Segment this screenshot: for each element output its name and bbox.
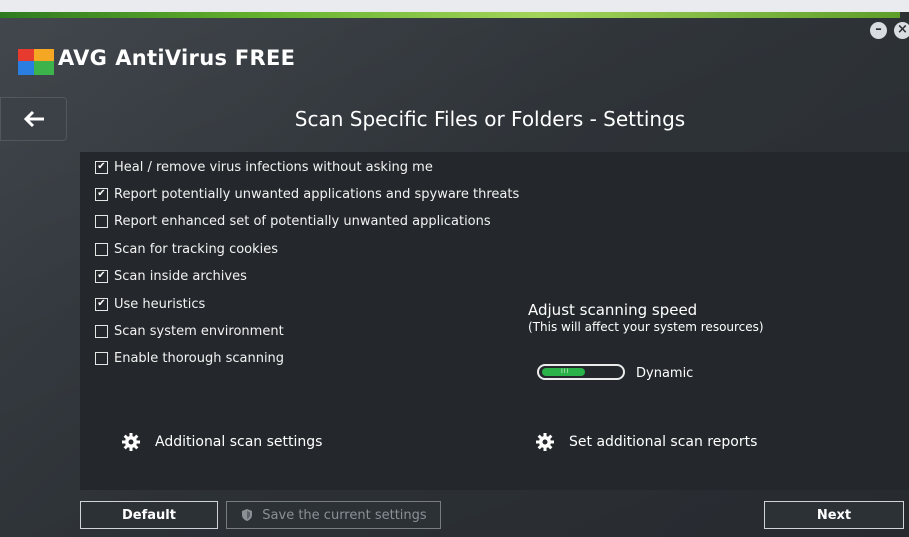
speed-subtitle: (This will affect your system resources) (528, 320, 764, 334)
checkbox[interactable]: ✔ (95, 269, 108, 283)
checkbox[interactable]: ✔ (95, 160, 108, 174)
speed-value-label: Dynamic (636, 366, 694, 381)
checkbox[interactable] (95, 324, 108, 338)
next-button[interactable]: Next (764, 501, 904, 529)
option-report-pua[interactable]: ✔ Report potentially unwanted applicatio… (95, 185, 519, 203)
option-label: Scan for tracking cookies (114, 241, 279, 257)
top-accent-bar (0, 12, 900, 18)
arrow-left-icon (23, 110, 44, 128)
default-button[interactable]: Default (80, 501, 218, 529)
save-settings-button[interactable]: Save the current settings (226, 501, 441, 529)
link-label: Set additional scan reports (569, 434, 758, 450)
page-title: Scan Specific Files or Folders - Setting… (294, 107, 686, 131)
option-heuristics[interactable]: ✔ Use heuristics (95, 295, 205, 313)
back-button[interactable] (0, 97, 67, 141)
option-label: Scan system environment (114, 323, 284, 339)
close-button[interactable]: × (894, 22, 909, 39)
link-label: Additional scan settings (155, 434, 323, 450)
option-system-environment[interactable]: Scan system environment (95, 322, 284, 340)
app-brand: AVG (58, 46, 108, 70)
checkbox[interactable]: ✔ (95, 297, 108, 311)
app-product: AntiVirus FREE (115, 46, 296, 70)
slider-grip[interactable]: III (561, 369, 569, 375)
gear-icon (536, 433, 554, 451)
checkbox[interactable] (95, 214, 108, 228)
option-label: Scan inside archives (114, 268, 247, 284)
option-scan-archives[interactable]: ✔ Scan inside archives (95, 267, 247, 285)
checkbox[interactable] (95, 351, 108, 365)
checkbox[interactable]: ✔ (95, 187, 108, 201)
save-settings-label: Save the current settings (262, 507, 427, 523)
app-title: AVG AntiVirus FREE (58, 46, 295, 70)
checkbox[interactable] (95, 242, 108, 256)
option-tracking-cookies[interactable]: Scan for tracking cookies (95, 240, 278, 258)
scan-speed-slider[interactable]: III (537, 364, 625, 380)
option-report-enhanced-pua[interactable]: Report enhanced set of potentially unwan… (95, 212, 491, 230)
option-label: Heal / remove virus infections without a… (114, 159, 433, 175)
shield-icon (242, 509, 253, 521)
option-heal-remove[interactable]: ✔ Heal / remove virus infections without… (95, 158, 433, 176)
option-label: Use heuristics (114, 296, 206, 312)
speed-title: Adjust scanning speed (528, 301, 698, 319)
minimize-button[interactable]: – (870, 22, 887, 39)
option-thorough-scanning[interactable]: Enable thorough scanning (95, 349, 284, 367)
gear-icon (122, 433, 140, 451)
avg-logo-icon (18, 49, 54, 75)
option-label: Report potentially unwanted applications… (114, 186, 520, 202)
set-additional-scan-reports-link[interactable]: Set additional scan reports (535, 432, 757, 452)
additional-scan-settings-link[interactable]: Additional scan settings (121, 432, 322, 452)
option-label: Enable thorough scanning (114, 350, 285, 366)
option-label: Report enhanced set of potentially unwan… (114, 213, 491, 229)
